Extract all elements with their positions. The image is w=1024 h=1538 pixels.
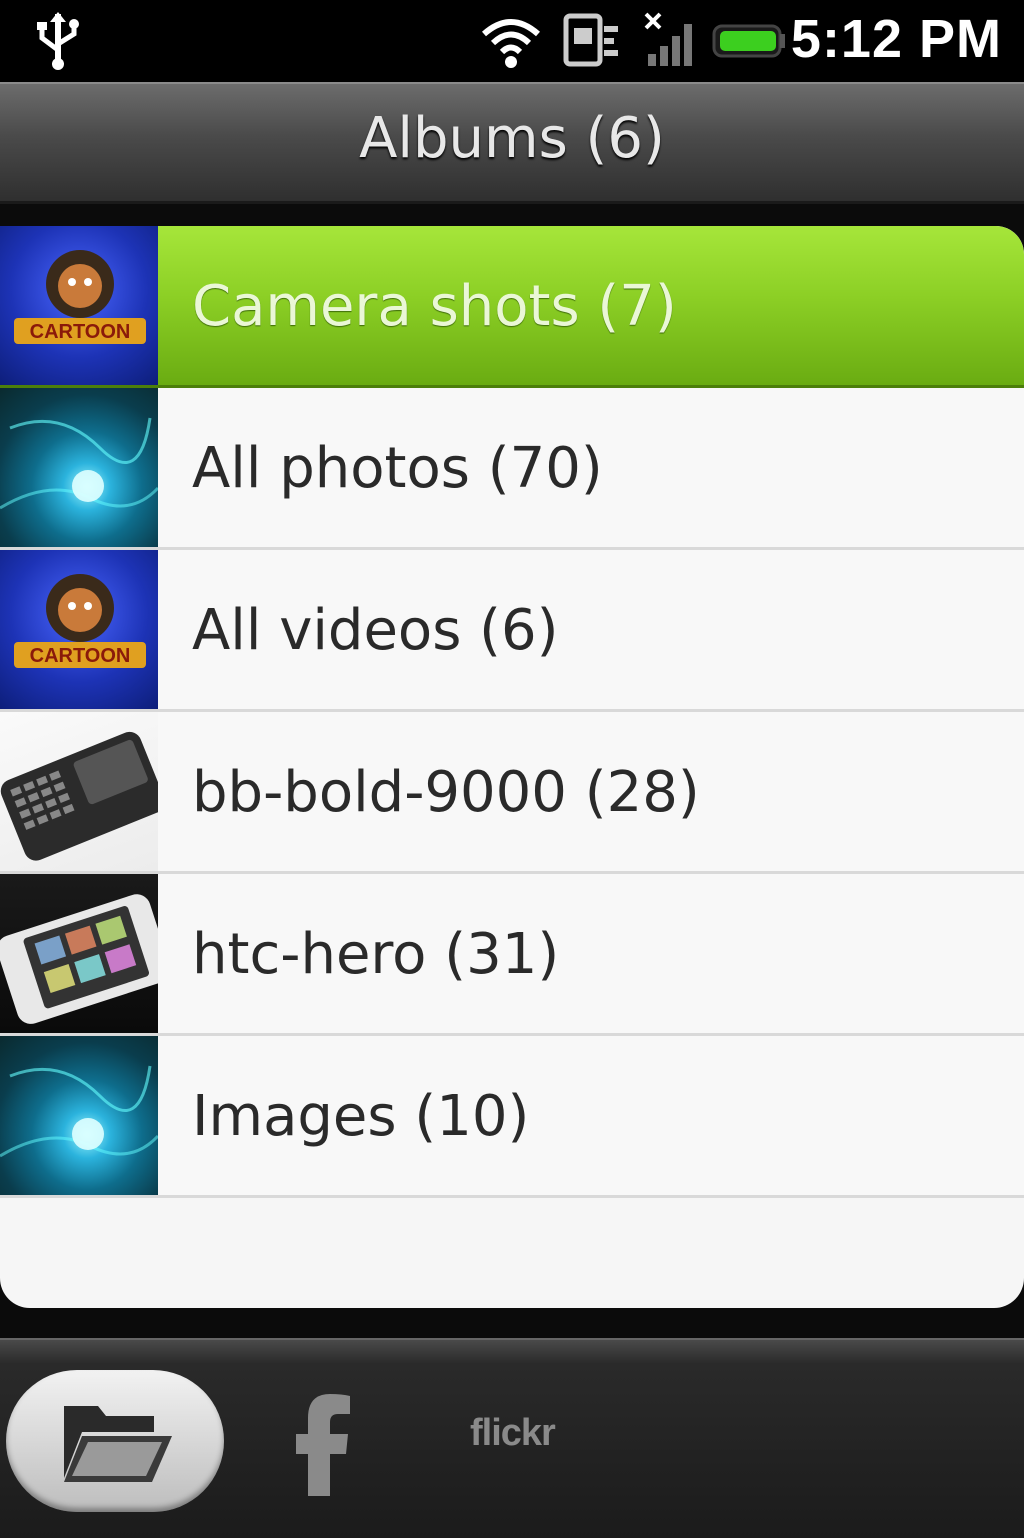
album-label: All photos (70) — [192, 436, 603, 501]
facebook-icon — [296, 1394, 350, 1496]
album-label: Camera shots (7) — [192, 274, 677, 339]
album-label: htc-hero (31) — [192, 922, 560, 987]
cartoon-thumbnail: CARTOON — [0, 550, 158, 709]
albums-tab[interactable] — [6, 1370, 224, 1512]
album-row-htc-hero[interactable]: htc-hero (31) — [0, 874, 1024, 1036]
clock: 5:12 PM — [790, 9, 1002, 69]
album-row-all-videos[interactable]: CARTOON All videos (6) — [0, 550, 1024, 712]
folder-open-icon — [64, 1406, 172, 1482]
data-sync-icon — [563, 13, 618, 67]
page-title: Albums (6) — [359, 106, 665, 171]
svg-text:CARTOON: CARTOON — [30, 645, 131, 667]
phone-thumbnail — [0, 874, 158, 1033]
flickr-tab[interactable]: flickr — [470, 1412, 620, 1472]
tech-thumbnail — [0, 388, 158, 547]
album-row-bb-bold-9000[interactable]: bb-bold-9000 (28) — [0, 712, 1024, 874]
phone-thumbnail — [0, 712, 158, 871]
battery-icon — [712, 24, 785, 58]
svg-text:CARTOON: CARTOON — [30, 321, 131, 343]
bottom-tab-bar: flickr — [0, 1338, 1024, 1538]
status-bar: 5:12 PM — [0, 0, 1024, 82]
signal-no-service-icon — [644, 12, 692, 66]
title-bar: Albums (6) — [0, 82, 1024, 204]
album-label: bb-bold-9000 (28) — [192, 760, 700, 825]
album-label: Images (10) — [192, 1084, 530, 1149]
album-row-camera-shots[interactable]: CARTOON Camera shots (7) — [0, 226, 1024, 388]
cartoon-thumbnail: CARTOON — [0, 226, 158, 385]
album-list: CARTOON Camera shots (7) All photos (70)… — [0, 226, 1024, 1308]
tech-thumbnail — [0, 1036, 158, 1195]
wifi-icon — [482, 19, 540, 68]
album-row-all-photos[interactable]: All photos (70) — [0, 388, 1024, 550]
album-label: All videos (6) — [192, 598, 559, 663]
album-row-images[interactable]: Images (10) — [0, 1036, 1024, 1198]
facebook-tab[interactable] — [258, 1374, 378, 1504]
usb-icon — [37, 12, 79, 70]
flickr-icon: flickr — [470, 1412, 556, 1454]
